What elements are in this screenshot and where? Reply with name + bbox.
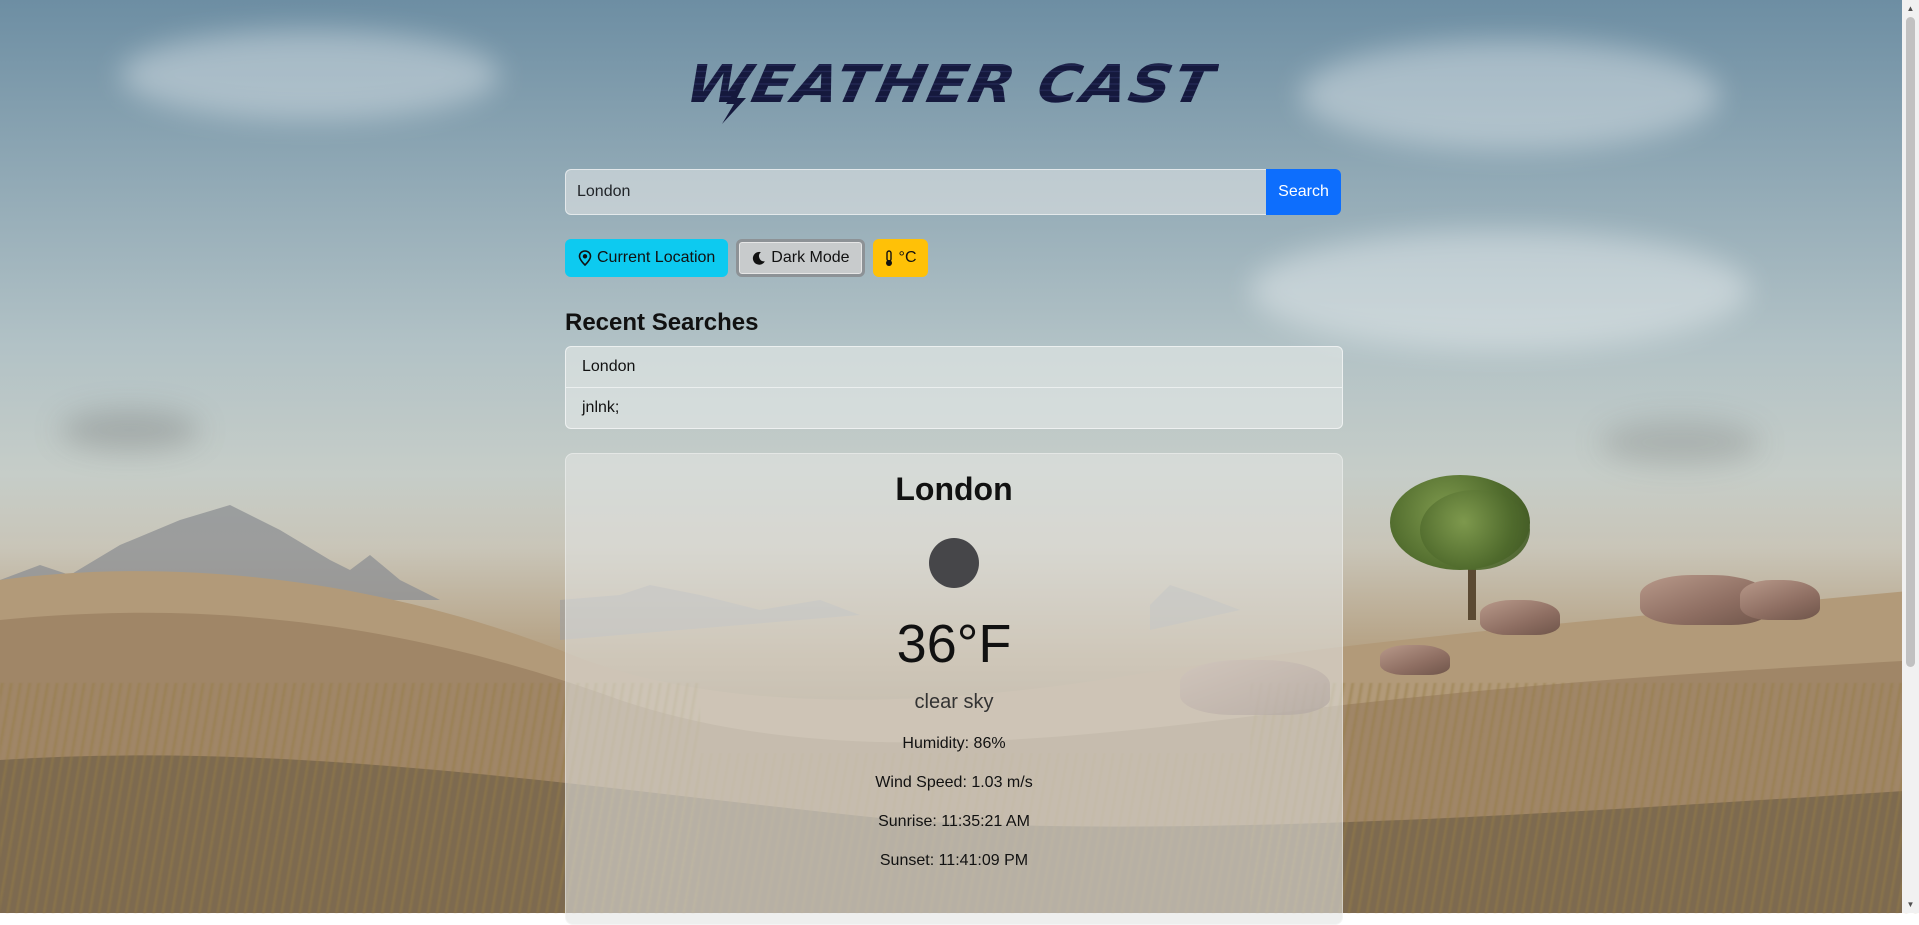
recent-searches-title: Recent Searches (565, 309, 759, 336)
app-logo: WEATHER CAST (0, 50, 1902, 118)
current-location-label: Current Location (597, 249, 716, 266)
action-buttons: Current Location Dark Mode °C (565, 239, 1341, 277)
city-name: London (895, 471, 1013, 507)
recent-searches-list: London jnlnk; (565, 346, 1343, 429)
location-pin-icon (578, 250, 592, 266)
recent-search-item[interactable]: jnlnk; (566, 388, 1342, 428)
temperature-unit-label: °C (898, 249, 917, 266)
wind-speed: Wind Speed: 1.03 m/s (875, 774, 1033, 791)
search-input[interactable] (565, 169, 1266, 215)
dark-mode-button[interactable]: Dark Mode (736, 239, 865, 277)
weather-description: clear sky (914, 691, 994, 713)
search-button[interactable]: Search (1266, 169, 1341, 215)
scroll-down-icon[interactable]: ▼ (1902, 896, 1919, 913)
search-bar: Search (565, 169, 1341, 215)
dark-mode-label: Dark Mode (771, 249, 850, 266)
lightning-bolt-icon (722, 84, 746, 124)
weather-icon (929, 538, 979, 588)
logo-text: WEATHER CAST (680, 53, 1222, 115)
thermometer-icon (885, 249, 892, 266)
sunrise: Sunrise: 11:35:21 AM (878, 813, 1030, 830)
temperature-unit-button[interactable]: °C (872, 239, 928, 277)
recent-search-item[interactable]: London (566, 347, 1342, 388)
sunset: Sunset: 11:41:09 PM (879, 852, 1029, 869)
humidity: Humidity: 86% (902, 735, 1006, 752)
scroll-up-icon[interactable]: ▲ (1902, 0, 1919, 17)
temperature: 36°F (896, 614, 1012, 674)
weather-card: London 36°F clear sky Humidity: 86% Wind… (565, 453, 1343, 925)
page-scrollbar[interactable]: ▲ ▼ (1902, 0, 1919, 913)
moon-icon (753, 251, 766, 265)
current-location-button[interactable]: Current Location (565, 239, 729, 277)
scrollbar-thumb[interactable] (1906, 17, 1915, 667)
